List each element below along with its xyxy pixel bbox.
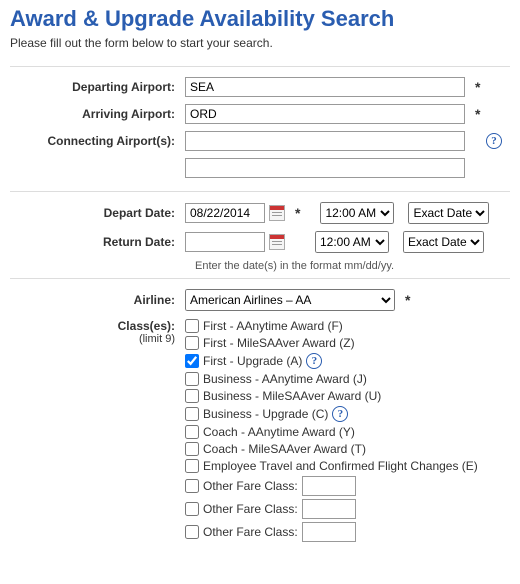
class-label: First - AAnytime Award (F) bbox=[203, 319, 343, 333]
other-fare-checkbox[interactable] bbox=[185, 525, 199, 539]
class-label: Employee Travel and Confirmed Flight Cha… bbox=[203, 459, 478, 473]
required-mark: * bbox=[295, 205, 300, 221]
return-exact-select[interactable]: Exact Date bbox=[403, 231, 484, 253]
other-fare-input[interactable] bbox=[302, 476, 356, 496]
connecting-airport-input-2[interactable] bbox=[185, 158, 465, 178]
other-fare-label: Other Fare Class: bbox=[203, 525, 298, 539]
calendar-icon[interactable] bbox=[269, 205, 285, 221]
connecting-airport-input-1[interactable] bbox=[185, 131, 465, 151]
class-option: First - Upgrade (A)? bbox=[185, 353, 510, 369]
depart-date-input[interactable] bbox=[185, 203, 265, 223]
return-date-input[interactable] bbox=[185, 232, 265, 252]
class-label: First - MileSAAver Award (Z) bbox=[203, 336, 355, 350]
class-checkbox[interactable] bbox=[185, 336, 199, 350]
return-time-select[interactable]: 12:00 AM bbox=[315, 231, 389, 253]
class-option: Employee Travel and Confirmed Flight Cha… bbox=[185, 459, 510, 473]
dates-section: Depart Date: * 12:00 AM Exact Date Retur… bbox=[10, 191, 510, 278]
other-fare-label: Other Fare Class: bbox=[203, 502, 298, 516]
connecting-airports-label: Connecting Airport(s): bbox=[10, 134, 185, 148]
help-icon[interactable]: ? bbox=[306, 353, 322, 369]
other-fare-row: Other Fare Class: bbox=[185, 499, 510, 519]
arriving-airport-label: Arriving Airport: bbox=[10, 107, 185, 121]
class-checkbox[interactable] bbox=[185, 442, 199, 456]
depart-date-label: Depart Date: bbox=[10, 206, 185, 220]
class-checkbox[interactable] bbox=[185, 407, 199, 421]
depart-time-select[interactable]: 12:00 AM bbox=[320, 202, 394, 224]
class-label: Coach - AAnytime Award (Y) bbox=[203, 425, 355, 439]
page-title: Award & Upgrade Availability Search bbox=[10, 6, 510, 32]
other-fare-label: Other Fare Class: bbox=[203, 479, 298, 493]
airports-section: Departing Airport: * Arriving Airport: *… bbox=[10, 66, 510, 191]
other-fare-row: Other Fare Class: bbox=[185, 522, 510, 542]
class-option: Coach - MileSAAver Award (T) bbox=[185, 442, 510, 456]
class-checkbox[interactable] bbox=[185, 459, 199, 473]
required-mark: * bbox=[475, 106, 480, 122]
depart-exact-select[interactable]: Exact Date bbox=[408, 202, 489, 224]
required-mark: * bbox=[475, 79, 480, 95]
classes-list: First - AAnytime Award (F) First - MileSA… bbox=[185, 319, 510, 545]
class-checkbox[interactable] bbox=[185, 319, 199, 333]
classes-limit: (limit 9) bbox=[10, 333, 175, 345]
other-fare-input[interactable] bbox=[302, 499, 356, 519]
class-option: First - AAnytime Award (F) bbox=[185, 319, 510, 333]
airline-section: Airline: American Airlines – AA * Class(… bbox=[10, 278, 510, 558]
class-checkbox[interactable] bbox=[185, 372, 199, 386]
class-label: Business - Upgrade (C) bbox=[203, 407, 328, 421]
page-subtitle: Please fill out the form below to start … bbox=[10, 36, 510, 50]
departing-airport-input[interactable] bbox=[185, 77, 465, 97]
class-label: Business - MileSAAver Award (U) bbox=[203, 389, 381, 403]
arriving-airport-input[interactable] bbox=[185, 104, 465, 124]
airline-select[interactable]: American Airlines – AA bbox=[185, 289, 395, 311]
class-option: Business - AAnytime Award (J) bbox=[185, 372, 510, 386]
departing-airport-label: Departing Airport: bbox=[10, 80, 185, 94]
class-option: Business - MileSAAver Award (U) bbox=[185, 389, 510, 403]
airline-label: Airline: bbox=[10, 293, 185, 307]
return-date-label: Return Date: bbox=[10, 235, 185, 249]
class-label: Business - AAnytime Award (J) bbox=[203, 372, 367, 386]
date-format-hint: Enter the date(s) in the format mm/dd/yy… bbox=[195, 260, 510, 272]
class-label: Coach - MileSAAver Award (T) bbox=[203, 442, 366, 456]
other-fare-row: Other Fare Class: bbox=[185, 476, 510, 496]
help-icon[interactable]: ? bbox=[486, 133, 502, 149]
class-checkbox[interactable] bbox=[185, 389, 199, 403]
class-label: First - Upgrade (A) bbox=[203, 354, 302, 368]
calendar-icon[interactable] bbox=[269, 234, 285, 250]
other-fare-checkbox[interactable] bbox=[185, 479, 199, 493]
class-checkbox[interactable] bbox=[185, 425, 199, 439]
class-option: First - MileSAAver Award (Z) bbox=[185, 336, 510, 350]
required-mark: * bbox=[405, 292, 410, 308]
help-icon[interactable]: ? bbox=[332, 406, 348, 422]
other-fare-checkbox[interactable] bbox=[185, 502, 199, 516]
other-fare-input[interactable] bbox=[302, 522, 356, 542]
class-option: Coach - AAnytime Award (Y) bbox=[185, 425, 510, 439]
classes-label: Class(es): (limit 9) bbox=[10, 319, 185, 345]
class-option: Business - Upgrade (C)? bbox=[185, 406, 510, 422]
class-checkbox[interactable] bbox=[185, 354, 199, 368]
